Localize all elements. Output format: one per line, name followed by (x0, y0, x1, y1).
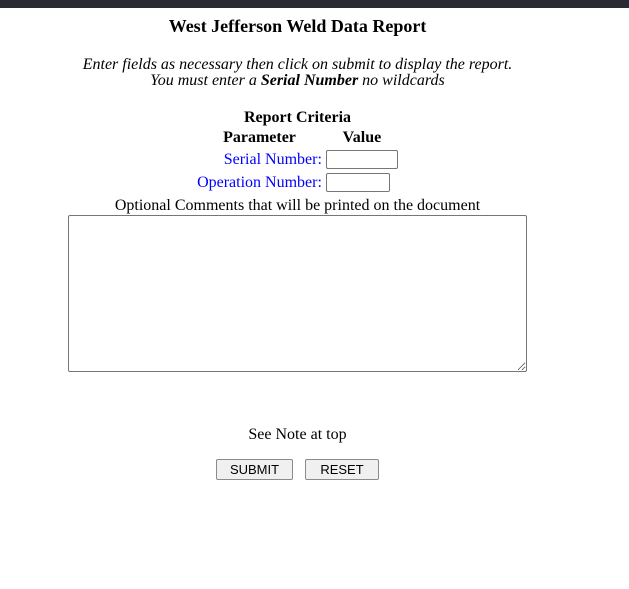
table-row: Operation Number: (195, 173, 400, 192)
reset-button[interactable]: RESET (305, 459, 379, 480)
button-row: SUBMIT RESET (0, 459, 595, 480)
criteria-table: Report Criteria Parameter Value Serial N… (195, 106, 400, 196)
instructions-line1: Enter fields as necessary then click on … (83, 56, 513, 73)
serial-number-label: Serial Number: (195, 150, 324, 169)
page-title: West Jefferson Weld Data Report (0, 17, 595, 35)
report-form: West Jefferson Weld Data Report Enter fi… (0, 17, 595, 480)
criteria-heading-row: Report Criteria (195, 110, 400, 126)
criteria-header-row: Parameter Value (195, 130, 400, 146)
criteria-heading: Report Criteria (195, 110, 400, 126)
serial-number-input[interactable] (326, 150, 398, 169)
instructions-line2-prefix: You must enter a (150, 72, 261, 89)
instructions-paragraph: Enter fields as necessary then click on … (0, 57, 595, 89)
operation-number-input[interactable] (326, 173, 390, 192)
submit-button[interactable]: SUBMIT (216, 459, 293, 480)
comments-textarea[interactable] (68, 215, 527, 372)
comments-label: Optional Comments that will be printed o… (0, 198, 595, 214)
operation-number-label: Operation Number: (195, 173, 324, 192)
table-row: Serial Number: (195, 150, 400, 169)
column-header-parameter: Parameter (195, 130, 324, 146)
instructions-serial-number-emphasis: Serial Number (261, 72, 358, 89)
top-border-bar (0, 0, 629, 8)
column-header-value: Value (324, 130, 400, 146)
note-text: See Note at top (0, 427, 595, 443)
instructions-line2-suffix: no wildcards (358, 72, 445, 89)
